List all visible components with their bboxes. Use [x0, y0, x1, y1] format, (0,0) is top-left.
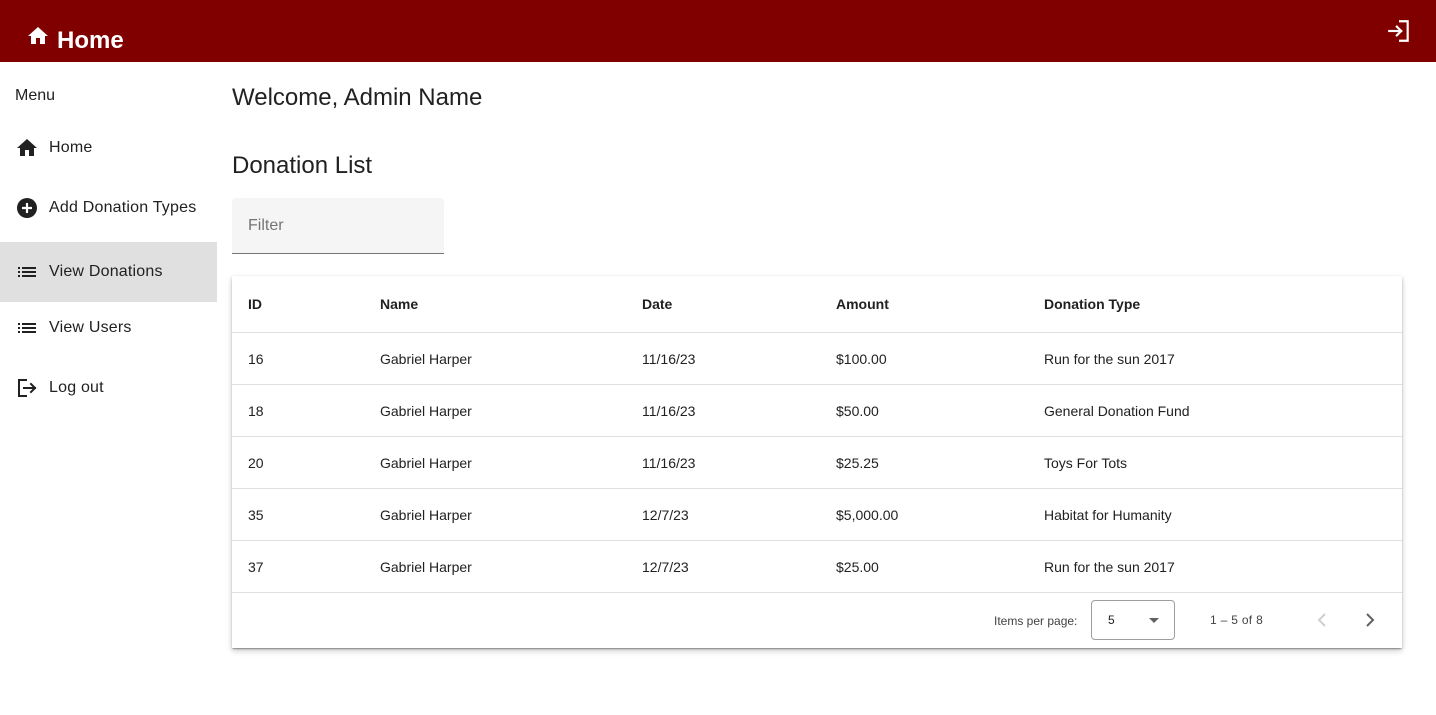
donations-table: ID Name Date Amount Donation Type 16 Gab…: [232, 276, 1402, 648]
home-icon-button[interactable]: [26, 24, 50, 48]
sidebar-item-label: View Users: [49, 319, 132, 336]
cell-amount: $100.00: [836, 350, 887, 367]
cell-amount: $5,000.00: [836, 506, 899, 523]
cell-id: 37: [248, 558, 264, 575]
cell-date: 11/16/23: [642, 454, 696, 471]
logout-icon: [15, 376, 39, 400]
column-header-date[interactable]: Date: [642, 276, 672, 332]
cell-id: 20: [248, 454, 264, 471]
table-row[interactable]: 18 Gabriel Harper 11/16/23 $50.00 Genera…: [232, 385, 1402, 437]
sidebar-item-add-donation-types[interactable]: Add Donation Types: [0, 178, 217, 238]
column-header-amount[interactable]: Amount: [836, 276, 889, 332]
home-icon: [26, 24, 50, 48]
cell-name: Gabriel Harper: [380, 350, 472, 367]
list-icon: [15, 316, 39, 340]
login-icon: [1386, 18, 1412, 44]
table-row[interactable]: 20 Gabriel Harper 11/16/23 $25.25 Toys F…: [232, 437, 1402, 489]
page-size-select[interactable]: 5: [1091, 600, 1175, 640]
arrow-drop-down-icon: [1148, 615, 1160, 627]
cell-date: 11/16/23: [642, 350, 696, 367]
table-row[interactable]: 35 Gabriel Harper 12/7/23 $5,000.00 Habi…: [232, 489, 1402, 541]
table-row[interactable]: 37 Gabriel Harper 12/7/23 $25.00 Run for…: [232, 541, 1402, 593]
filter-field[interactable]: [232, 198, 444, 254]
range-label: 1 – 5 of 8: [1210, 613, 1264, 627]
paginator: Items per page: 5 1 – 5 of 8: [232, 592, 1402, 648]
chevron-right-icon: [1358, 608, 1382, 632]
sidebar-item-label: View Donations: [49, 263, 163, 280]
next-page-button[interactable]: [1358, 608, 1382, 632]
sidebar-item-log-out[interactable]: Log out: [0, 358, 217, 418]
menu-label: Menu: [15, 87, 56, 104]
column-header-id[interactable]: ID: [248, 276, 262, 332]
page-size-value: 5: [1108, 613, 1115, 627]
cell-id: 18: [248, 402, 264, 419]
cell-name: Gabriel Harper: [380, 558, 472, 575]
top-toolbar: Home: [0, 0, 1436, 62]
cell-name: Gabriel Harper: [380, 402, 472, 419]
welcome-message: Welcome, Admin Name: [232, 84, 483, 111]
cell-donation-type: Toys For Tots: [1044, 454, 1127, 471]
previous-page-button[interactable]: [1310, 608, 1334, 632]
cell-id: 35: [248, 506, 264, 523]
cell-date: 12/7/23: [642, 506, 689, 523]
list-icon: [15, 260, 39, 284]
sidebar-item-label: Home: [49, 139, 93, 156]
add-circle-icon: [15, 196, 39, 220]
cell-amount: $50.00: [836, 402, 879, 419]
column-header-name[interactable]: Name: [380, 276, 418, 332]
cell-amount: $25.25: [836, 454, 879, 471]
sidebar-item-label: Add Donation Types: [49, 199, 197, 216]
page-title: Home: [57, 27, 124, 54]
section-title: Donation List: [232, 152, 373, 179]
sidebar-item-home[interactable]: Home: [0, 118, 217, 178]
table-header-row: ID Name Date Amount Donation Type: [232, 276, 1402, 333]
logout-button[interactable]: [1386, 18, 1412, 44]
table-row[interactable]: 16 Gabriel Harper 11/16/23 $100.00 Run f…: [232, 333, 1402, 385]
items-per-page-label: Items per page:: [994, 614, 1078, 628]
home-icon: [15, 136, 39, 160]
cell-date: 11/16/23: [642, 402, 696, 419]
cell-amount: $25.00: [836, 558, 879, 575]
sidebar-item-view-users[interactable]: View Users: [0, 298, 217, 358]
cell-date: 12/7/23: [642, 558, 689, 575]
cell-donation-type: General Donation Fund: [1044, 402, 1190, 419]
cell-id: 16: [248, 350, 264, 367]
cell-donation-type: Run for the sun 2017: [1044, 558, 1175, 575]
sidebar-item-label: Log out: [49, 379, 104, 396]
cell-donation-type: Run for the sun 2017: [1044, 350, 1175, 367]
cell-name: Gabriel Harper: [380, 506, 472, 523]
cell-donation-type: Habitat for Humanity: [1044, 506, 1172, 523]
cell-name: Gabriel Harper: [380, 454, 472, 471]
sidebar-item-view-donations[interactable]: View Donations: [0, 242, 217, 302]
sidebar: Menu Home Add Donation Types View Donati…: [0, 62, 217, 430]
column-header-donation-type[interactable]: Donation Type: [1044, 276, 1140, 332]
filter-input[interactable]: [248, 214, 428, 238]
chevron-left-icon: [1310, 608, 1334, 632]
